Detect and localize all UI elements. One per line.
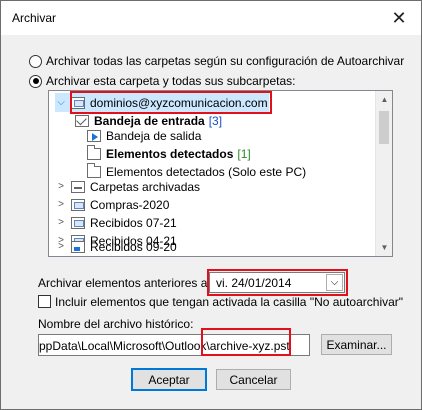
mailbox-icon	[71, 216, 85, 229]
folder-tree[interactable]: ⌵ dominios@xyzcomunicacion.com Bandeja d…	[48, 90, 393, 257]
browse-button[interactable]: Examinar...	[321, 334, 392, 355]
tree-item-recibidos-0721[interactable]: > Recibidos 07-21	[55, 213, 177, 232]
tree-item-label: Carpetas archivadas	[90, 179, 201, 194]
radio-archive-all-folders[interactable]: Archivar todas las carpetas según su con…	[29, 54, 404, 68]
dialog-title: Archivar	[12, 11, 57, 25]
unread-count: [3]	[208, 113, 223, 128]
archive-date-value: vi. 24/01/2014	[216, 276, 292, 290]
close-icon[interactable]: ✕	[377, 1, 421, 35]
tree-item-label: dominios@xyzcomunicacion.com	[90, 95, 268, 110]
archive-file-label: Nombre del archivo histórico:	[38, 317, 194, 331]
accept-button[interactable]: Aceptar	[131, 368, 207, 391]
title-bar: Archivar ✕	[1, 1, 421, 35]
tree-item-detected[interactable]: Elementos detectados [1]	[87, 144, 251, 163]
chevron-right-icon[interactable]: >	[55, 181, 67, 192]
tree-item-recibidos-0920[interactable]: > Recibidos 09-20	[55, 237, 177, 256]
radio-button-unchecked[interactable]	[29, 54, 42, 68]
chevron-right-icon[interactable]: >	[55, 241, 67, 252]
include-no-autoarchive-checkbox[interactable]	[38, 295, 51, 308]
tree-item-compras[interactable]: > Compras-2020	[55, 195, 169, 214]
radio-button-checked[interactable]	[29, 74, 42, 88]
scroll-down-icon[interactable]: ▼	[376, 239, 392, 256]
tree-item-label: Elementos detectados	[106, 146, 234, 161]
vertical-scrollbar[interactable]: ▲ ▼	[375, 91, 392, 256]
mailbox-icon	[71, 96, 85, 109]
archive-file-input[interactable]: ppData\Local\Microsoft\Outlook\archive-x…	[38, 334, 310, 356]
tree-item-account[interactable]: ⌵ dominios@xyzcomunicacion.com	[55, 93, 269, 112]
tree-item-archived-folders[interactable]: > Carpetas archivadas	[55, 177, 200, 196]
cancel-button[interactable]: Cancelar	[216, 369, 291, 390]
tree-item-label: Recibidos 07-21	[90, 215, 177, 230]
archive-dialog: Archivar ✕ Archivar todas las carpetas s…	[0, 0, 422, 410]
include-no-autoarchive-label: Incluir elementos que tengan activada la…	[55, 295, 404, 309]
archive-date-dropdown[interactable]: vi. 24/01/2014 ⌵	[209, 272, 345, 293]
chevron-right-icon[interactable]: >	[55, 217, 67, 228]
archive-icon	[71, 180, 85, 193]
archive-file-value: ppData\Local\Microsoft\Outlook\archive-x…	[39, 339, 290, 353]
tree-item-label: Bandeja de salida	[106, 128, 202, 143]
chevron-down-icon[interactable]: ⌵	[326, 274, 343, 291]
chevron-right-icon[interactable]: >	[55, 199, 67, 210]
scrollbar-thumb[interactable]	[379, 111, 389, 144]
archive-before-label: Archivar elementos anteriores al:	[38, 276, 214, 290]
inbox-icon	[75, 114, 89, 127]
radio-archive-this-folder[interactable]: Archivar esta carpeta y todas sus subcar…	[29, 74, 295, 88]
outbox-icon	[87, 129, 101, 142]
search-folder-icon	[71, 240, 85, 253]
scroll-up-icon[interactable]: ▲	[376, 91, 392, 108]
chevron-down-icon[interactable]: ⌵	[55, 97, 67, 108]
tree-item-label: Compras-2020	[90, 197, 170, 212]
folder-icon	[87, 144, 101, 160]
radio-archive-this-label: Archivar esta carpeta y todas sus subcar…	[46, 74, 296, 88]
tree-item-outbox[interactable]: Bandeja de salida	[87, 126, 201, 145]
folder-icon	[87, 162, 101, 178]
mailbox-icon	[71, 198, 85, 211]
radio-archive-all-label: Archivar todas las carpetas según su con…	[46, 54, 405, 68]
unread-count: [1]	[237, 146, 251, 161]
tree-item-label: Recibidos 09-20	[90, 239, 177, 254]
